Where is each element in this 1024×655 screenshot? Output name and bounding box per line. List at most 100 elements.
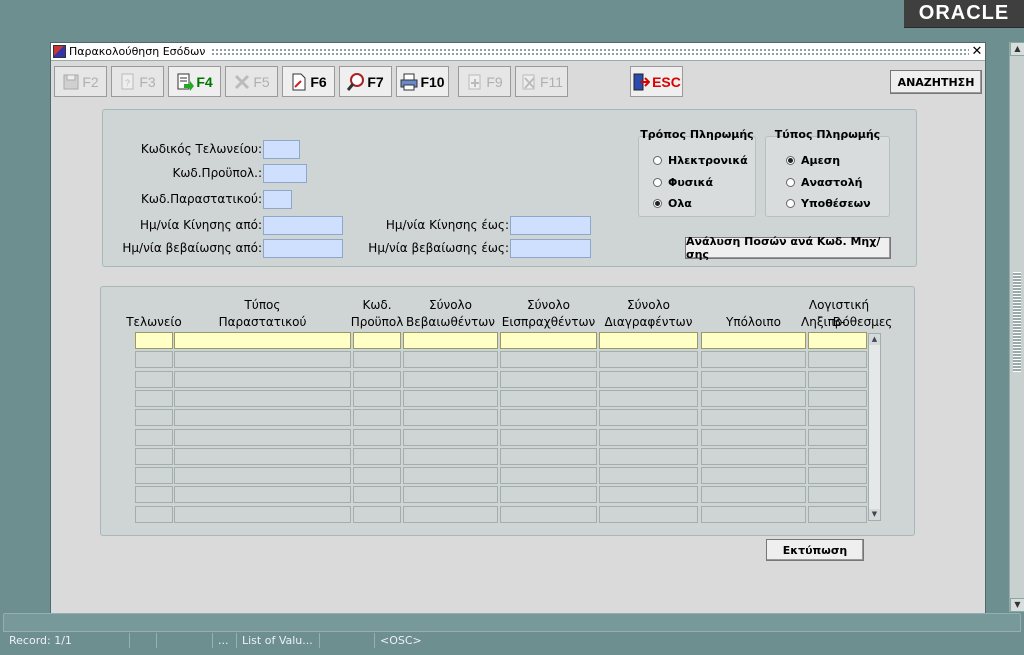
grid-cell-doc-type[interactable] xyxy=(174,389,351,407)
grid-cell-deleted[interactable] xyxy=(599,409,698,427)
add-record-f9-button[interactable]: F9 xyxy=(458,66,511,97)
document-f6-button[interactable]: F6 xyxy=(282,66,335,97)
grid-cell-certified[interactable] xyxy=(403,447,498,465)
grid-cell-balance[interactable] xyxy=(701,332,806,349)
grid-cell-overdue[interactable] xyxy=(808,409,867,427)
grid-cell-doc-type[interactable] xyxy=(174,467,351,485)
grid-cell-budget-code[interactable] xyxy=(353,351,401,369)
search-f7-button[interactable]: F7 xyxy=(339,66,392,97)
grid-cell-balance[interactable] xyxy=(701,409,806,427)
grid-cell-certified[interactable] xyxy=(403,505,498,523)
radio-cases[interactable]: Υποθέσεων xyxy=(786,197,871,210)
grid-cell-overdue[interactable] xyxy=(808,351,867,369)
grid-cell-customs[interactable] xyxy=(135,447,173,465)
grid-cell-deleted[interactable] xyxy=(599,351,698,369)
delete-record-f11-button[interactable]: F11 xyxy=(515,66,568,97)
grid-cell-certified[interactable] xyxy=(403,486,498,504)
scroll-down-arrow-icon[interactable]: ▼ xyxy=(1010,598,1024,612)
execute-f4-button[interactable]: F4 xyxy=(168,66,221,97)
grid-cell-doc-type[interactable] xyxy=(174,505,351,523)
grid-cell-deleted[interactable] xyxy=(599,389,698,407)
grid-cell-certified[interactable] xyxy=(403,332,498,349)
grid-cell-collected[interactable] xyxy=(500,409,597,427)
grid-scrollbar[interactable]: ▲ ▼ xyxy=(868,333,881,521)
grid-cell-budget-code[interactable] xyxy=(353,370,401,388)
grid-cell-doc-type[interactable] xyxy=(174,370,351,388)
radio-all[interactable]: Ολα xyxy=(653,197,692,210)
grid-cell-budget-code[interactable] xyxy=(353,467,401,485)
radio-immediate-dot[interactable] xyxy=(786,156,795,165)
radio-physical-dot[interactable] xyxy=(653,178,662,187)
document-code-field[interactable] xyxy=(263,190,292,209)
grid-cell-budget-code[interactable] xyxy=(353,389,401,407)
grid-cell-certified[interactable] xyxy=(403,467,498,485)
grid-cell-customs[interactable] xyxy=(135,332,173,349)
query-f3-button[interactable]: ? F3 xyxy=(111,66,164,97)
grid-cell-deleted[interactable] xyxy=(599,447,698,465)
radio-electronic-dot[interactable] xyxy=(653,156,662,165)
radio-immediate[interactable]: Αμεση xyxy=(786,154,840,167)
grid-cell-collected[interactable] xyxy=(500,467,597,485)
grid-cell-deleted[interactable] xyxy=(599,467,698,485)
grid-cell-budget-code[interactable] xyxy=(353,447,401,465)
move-from-field[interactable] xyxy=(263,216,343,235)
grid-cell-balance[interactable] xyxy=(701,428,806,446)
grid-cell-deleted[interactable] xyxy=(599,486,698,504)
grid-cell-budget-code[interactable] xyxy=(353,486,401,504)
grid-cell-certified[interactable] xyxy=(403,389,498,407)
grid-cell-customs[interactable] xyxy=(135,370,173,388)
grid-cell-certified[interactable] xyxy=(403,428,498,446)
certify-to-field[interactable] xyxy=(510,239,591,258)
move-to-field[interactable] xyxy=(510,216,591,235)
grid-cell-collected[interactable] xyxy=(500,447,597,465)
grid-cell-balance[interactable] xyxy=(701,486,806,504)
grid-cell-collected[interactable] xyxy=(500,486,597,504)
grid-cell-balance[interactable] xyxy=(701,351,806,369)
print-button[interactable]: Εκτύπωση xyxy=(766,539,864,561)
grid-cell-customs[interactable] xyxy=(135,389,173,407)
grid-cell-overdue[interactable] xyxy=(808,505,867,523)
scroll-grip[interactable] xyxy=(1013,272,1021,372)
grid-cell-deleted[interactable] xyxy=(599,370,698,388)
grid-cell-deleted[interactable] xyxy=(599,332,698,349)
grid-cell-overdue[interactable] xyxy=(808,467,867,485)
grid-cell-doc-type[interactable] xyxy=(174,428,351,446)
grid-cell-doc-type[interactable] xyxy=(174,332,351,349)
grid-cell-balance[interactable] xyxy=(701,467,806,485)
grid-cell-overdue[interactable] xyxy=(808,428,867,446)
grid-cell-certified[interactable] xyxy=(403,409,498,427)
grid-cell-collected[interactable] xyxy=(500,389,597,407)
grid-cell-customs[interactable] xyxy=(135,486,173,504)
grid-cell-doc-type[interactable] xyxy=(174,447,351,465)
grid-cell-collected[interactable] xyxy=(500,428,597,446)
grid-cell-customs[interactable] xyxy=(135,467,173,485)
window-titlebar[interactable]: Παρακολούθηση Εσόδων ✕ xyxy=(51,43,985,61)
grid-cell-budget-code[interactable] xyxy=(353,409,401,427)
clear-f5-button[interactable]: F5 xyxy=(225,66,278,97)
save-f2-button[interactable]: F2 xyxy=(54,66,107,97)
radio-cases-dot[interactable] xyxy=(786,199,795,208)
budget-code-field[interactable] xyxy=(263,164,307,183)
grid-cell-certified[interactable] xyxy=(403,370,498,388)
analysis-button[interactable]: Ανάλυση Ποσών ανά Κωδ. Μηχ/σης xyxy=(685,235,891,261)
grid-scroll-down-icon[interactable]: ▼ xyxy=(869,509,880,520)
grid-cell-deleted[interactable] xyxy=(599,505,698,523)
grid-cell-balance[interactable] xyxy=(701,505,806,523)
radio-physical[interactable]: Φυσικά xyxy=(653,176,713,189)
grid-cell-certified[interactable] xyxy=(403,351,498,369)
grid-cell-customs[interactable] xyxy=(135,505,173,523)
grid-cell-overdue[interactable] xyxy=(808,486,867,504)
grid-cell-collected[interactable] xyxy=(500,505,597,523)
grid-cell-balance[interactable] xyxy=(701,447,806,465)
grid-cell-budget-code[interactable] xyxy=(353,428,401,446)
grid-cell-doc-type[interactable] xyxy=(174,351,351,369)
grid-cell-budget-code[interactable] xyxy=(353,505,401,523)
grid-cell-overdue[interactable] xyxy=(808,447,867,465)
certify-from-field[interactable] xyxy=(263,239,343,258)
grid-cell-balance[interactable] xyxy=(701,389,806,407)
app-vertical-scrollbar[interactable]: ▲ ▼ xyxy=(1009,42,1024,612)
grid-cell-overdue[interactable] xyxy=(808,332,867,349)
radio-suspension[interactable]: Αναστολή xyxy=(786,176,863,189)
grid-cell-doc-type[interactable] xyxy=(174,409,351,427)
grid-cell-collected[interactable] xyxy=(500,370,597,388)
